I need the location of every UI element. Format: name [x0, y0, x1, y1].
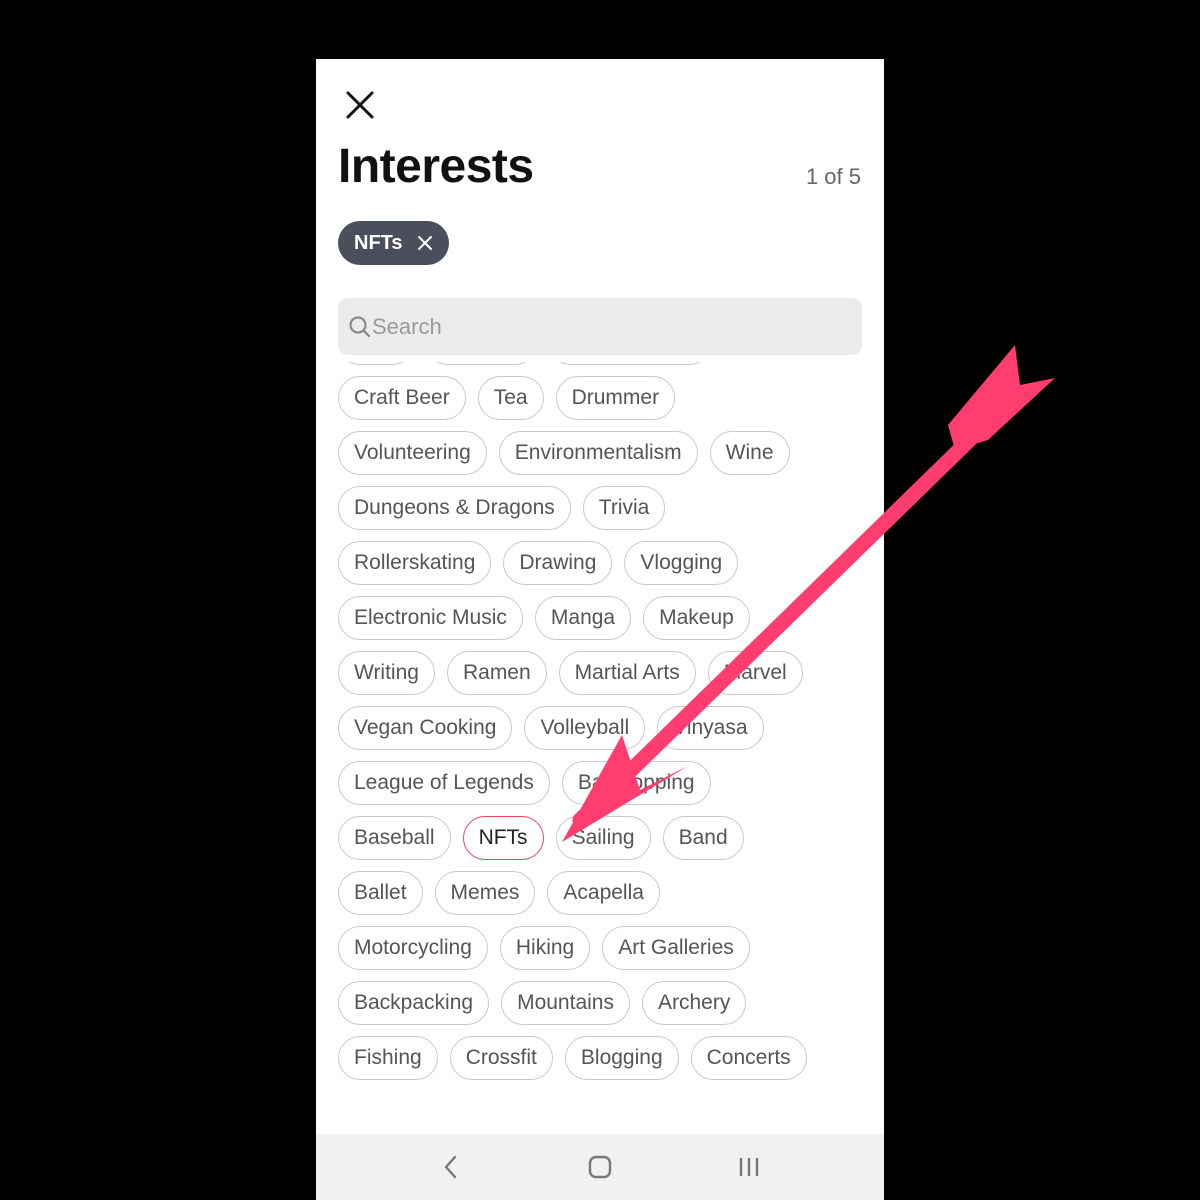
- search-bar[interactable]: [338, 298, 862, 355]
- interest-tag-nfts[interactable]: NFTs: [462, 816, 544, 860]
- tag-row: Writing Ramen Martial Arts Marvel: [338, 651, 868, 695]
- interest-tag-vegan-cooking[interactable]: Vegan Cooking: [338, 706, 513, 750]
- interest-tag-backpacking[interactable]: Backpacking: [338, 981, 490, 1025]
- interest-tag-league-of-legends[interactable]: League of Legends: [338, 761, 550, 805]
- nav-recents-button[interactable]: [729, 1147, 769, 1187]
- tag-row: Motorcycling Hiking Art Galleries: [338, 926, 868, 970]
- tag-row: Dungeons & Dragons Trivia: [338, 486, 868, 530]
- interest-tag-writing[interactable]: Writing: [338, 651, 435, 695]
- recents-icon: [740, 1158, 759, 1176]
- interest-tag-manga[interactable]: Manga: [534, 596, 632, 640]
- interest-tag-drummer[interactable]: Drummer: [555, 376, 676, 420]
- interest-tag-ballet[interactable]: Ballet: [338, 871, 423, 915]
- interest-tag-rollerskating[interactable]: Rollerskating: [338, 541, 492, 585]
- interest-tag-tea[interactable]: Tea: [477, 376, 544, 420]
- interest-tag-acapella[interactable]: Acapella: [547, 871, 660, 915]
- nav-back-button[interactable]: [431, 1147, 471, 1187]
- remove-chip-button[interactable]: [417, 235, 433, 251]
- interest-tag-crossfit[interactable]: Crossfit: [449, 1036, 553, 1080]
- interest-tag-baseball[interactable]: Baseball: [338, 816, 451, 860]
- selected-interest-chip[interactable]: NFTs: [338, 221, 449, 265]
- interest-tag-blogging[interactable]: Blogging: [564, 1036, 679, 1080]
- interest-tag-board-games[interactable]: Board Games: [549, 362, 711, 365]
- close-icon: [346, 91, 374, 119]
- page-title: Interests: [338, 140, 534, 193]
- tag-row: Backpacking Mountains Archery: [338, 981, 868, 1025]
- tag-row: Electronic Music Manga Makeup: [338, 596, 868, 640]
- interest-tag-sailing[interactable]: Sailing: [555, 816, 651, 860]
- tag-row: Ballet Memes Acapella: [338, 871, 868, 915]
- interest-tag-wine[interactable]: Wine: [709, 431, 790, 475]
- interest-tag-martial-arts[interactable]: Martial Arts: [558, 651, 696, 695]
- interest-tag-bbq[interactable]: BBQ: [338, 362, 415, 365]
- interest-tag-drawing[interactable]: Drawing: [503, 541, 613, 585]
- interest-tag-concerts[interactable]: Concerts: [690, 1036, 807, 1080]
- interest-tag-craft-beer[interactable]: Craft Beer: [338, 376, 466, 420]
- home-icon: [588, 1155, 612, 1179]
- interest-tag-marvel[interactable]: Marvel: [707, 651, 803, 695]
- interest-tag-ramen[interactable]: Ramen: [446, 651, 547, 695]
- search-input[interactable]: [372, 313, 852, 340]
- search-icon: [348, 315, 372, 339]
- chevron-left-icon: [444, 1155, 456, 1179]
- interest-tag-memes[interactable]: Memes: [434, 871, 536, 915]
- step-indicator: 1 of 5: [805, 164, 861, 189]
- interest-tag-band[interactable]: Band: [662, 816, 744, 860]
- interest-tag-trivia[interactable]: Trivia: [582, 486, 666, 530]
- interest-tag-mountains[interactable]: Mountains: [501, 981, 630, 1025]
- interest-tag-rows: BBQ Iced Tea Board Games Craft BeerTeaDrumm…: [338, 362, 868, 1080]
- tag-row: Volunteering Environmentalism Wine: [338, 431, 868, 475]
- interest-tag-environmentalism[interactable]: Environmentalism: [498, 431, 698, 475]
- system-nav-bar: [316, 1134, 884, 1200]
- tag-row: Craft Beer Tea Drummer: [338, 376, 868, 420]
- interest-tag-makeup[interactable]: Makeup: [643, 596, 750, 640]
- interest-tag-hiking[interactable]: Hiking: [499, 926, 591, 970]
- interest-tag-archery[interactable]: Archery: [641, 981, 747, 1025]
- interest-tag-dungeons-dragons[interactable]: Dungeons & Dragons: [338, 486, 571, 530]
- tag-row: Fishing Crossfit Blogging Concerts: [338, 1036, 868, 1080]
- interest-tag-motorcycling[interactable]: Motorcycling: [338, 926, 488, 970]
- nav-home-button[interactable]: [580, 1147, 620, 1187]
- tag-row: Baseball NFTs Sailing Band: [338, 816, 868, 860]
- interest-tag-volunteering[interactable]: Volunteering: [338, 431, 487, 475]
- close-icon: [417, 236, 432, 250]
- close-button[interactable]: [340, 85, 380, 125]
- tag-row: BBQ Iced Tea Board Games: [338, 362, 868, 365]
- interest-tag-fishing[interactable]: Fishing: [338, 1036, 438, 1080]
- interest-tag-bar-hopping[interactable]: Bar Hopping: [561, 761, 711, 805]
- interest-tag-volleyball[interactable]: Volleyball: [524, 706, 646, 750]
- tag-row: Rollerskating Drawing Vlogging: [338, 541, 868, 585]
- interest-tag-vinyasa[interactable]: Vinyasa: [657, 706, 764, 750]
- interest-tag-art-galleries[interactable]: Art Galleries: [602, 926, 750, 970]
- interest-tag-iced-tea[interactable]: Iced Tea: [426, 362, 538, 365]
- tag-row: League of Legends Bar Hopping: [338, 761, 868, 805]
- interest-tag-vlogging[interactable]: Vlogging: [624, 541, 739, 585]
- interest-tag-electronic-music[interactable]: Electronic Music: [338, 596, 523, 640]
- selected-chip-label: NFTs: [354, 231, 403, 254]
- phone-screen: Interests 1 of 5 NFTs BBQ Iced Tea Board G…: [316, 59, 884, 1200]
- tag-row: Vegan Cooking Volleyball Vinyasa: [338, 706, 868, 750]
- interest-tag-list[interactable]: BBQ Iced Tea Board Games Craft BeerTeaDrumm…: [316, 362, 884, 1132]
